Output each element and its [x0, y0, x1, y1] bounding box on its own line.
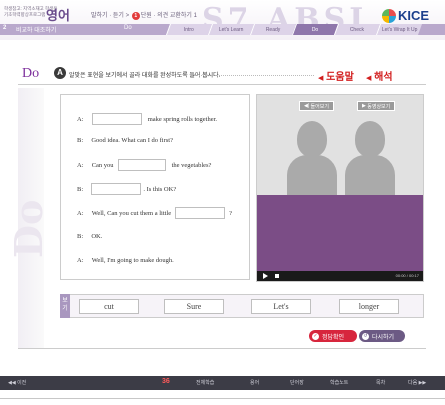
word-option-cut[interactable]: cut: [79, 299, 139, 314]
dialogue-text: make spring rolls together.: [147, 115, 218, 123]
decorative-do-text: Do: [6, 199, 51, 258]
lesson-section: Do: [124, 25, 132, 31]
breadcrumb-prefix: 말하기 · 듣기 >: [91, 13, 130, 19]
retry-label: 다시하기: [372, 334, 395, 341]
footer-menu-item[interactable]: 용어: [250, 379, 259, 386]
tab-label: Let's Wrap It Up: [381, 26, 418, 33]
title-divider: [18, 84, 426, 85]
dialogue-line-7: A: Well, I'm going to make dough.: [77, 257, 174, 264]
blank-input-1[interactable]: [91, 113, 142, 125]
video-player: ◀| 들어보기 ▶ 동영상보기 00:00 / 00:17: [256, 94, 424, 282]
dialogue-text: Well, Can you cut them a little: [91, 209, 172, 217]
footer-menu-item[interactable]: 전체학습: [196, 379, 214, 386]
play-icon: ▶: [362, 103, 366, 109]
retry-icon: ↺: [362, 332, 369, 340]
dialogue-line-4: B: . Is this OK?: [77, 183, 176, 195]
word-option-sure[interactable]: Sure: [164, 299, 224, 314]
dialogue-line-1: A: make spring rolls together.: [77, 113, 217, 125]
step-tabs: Intro Let's Learn Ready Do Check Let's W…: [165, 24, 423, 35]
tab-ready[interactable]: Ready: [249, 24, 297, 35]
dialogue-text: Good idea. What can I do first?: [91, 137, 173, 144]
tab-label: Check: [350, 26, 365, 33]
next-button[interactable]: 다음 ▶▶: [408, 379, 426, 386]
person-body-right: [345, 155, 395, 195]
tab-do[interactable]: Do: [291, 24, 339, 35]
dialogue-text: ?: [229, 209, 233, 217]
dialogue-panel: A: make spring rolls together. B: Good i…: [60, 94, 250, 280]
stop-button-icon[interactable]: [275, 274, 279, 278]
tab-label: Do: [312, 26, 319, 33]
breadcrumb-unit: 단원 · 의견 교환하기 1: [140, 13, 197, 19]
word-bank: cut Sure Let's longer: [60, 294, 424, 318]
lesson-number: 2: [3, 25, 7, 31]
dialogue-line-2: B: Good idea. What can I do first?: [77, 137, 173, 144]
tab-wrap-up[interactable]: Let's Wrap It Up: [375, 24, 423, 35]
subject-title: 영어: [46, 9, 70, 24]
dialogue-line-6: B: OK.: [77, 233, 103, 240]
page-title: Do: [22, 66, 40, 81]
prev-button[interactable]: ◀◀ 이전: [8, 379, 26, 386]
kice-logo-icon: [382, 8, 396, 23]
footer-menu-item[interactable]: 단어장: [290, 379, 304, 386]
person-body-left: [287, 155, 337, 195]
blank-input-3[interactable]: [91, 183, 142, 195]
tab-intro[interactable]: Intro: [165, 24, 213, 35]
tab-check[interactable]: Check: [333, 24, 381, 35]
footer-bar: ◀◀ 이전 36 전체학습 용어 단어장 학습노트 목차 다음 ▶▶: [0, 376, 445, 390]
video-caption-area: [257, 195, 423, 271]
translation-label: 해석: [374, 72, 393, 83]
speaker-icon: ◀|: [304, 103, 310, 109]
dialogue-line-3: A: Can you the vegetables?: [77, 159, 211, 171]
tab-label: Let's Learn: [219, 26, 244, 33]
retry-button[interactable]: ↺ 다시하기: [359, 330, 405, 342]
listen-button[interactable]: ◀| 들어보기: [299, 101, 334, 111]
video-time: 00:00 / 00:17: [395, 273, 419, 278]
footer-menu-item[interactable]: 목차: [376, 379, 385, 386]
blank-input-4[interactable]: [175, 207, 226, 219]
blank-input-2[interactable]: [117, 159, 166, 171]
dialogue-line-5: A: Well, Can you cut them a little ?: [77, 207, 232, 219]
check-answer-label: 정답확인: [322, 334, 345, 341]
check-answer-button[interactable]: ✓ 정답확인: [309, 330, 357, 342]
watch-label: 동영상보기: [367, 103, 391, 110]
kice-logo: KICE: [382, 8, 429, 23]
word-option-lets[interactable]: Let's: [251, 299, 311, 314]
help-button[interactable]: ◀ 도움말: [318, 68, 354, 83]
tab-label: Ready: [266, 26, 281, 33]
dialogue-text: the vegetables?: [171, 161, 212, 169]
person-silhouette-left: [297, 121, 327, 157]
activity-badge: A: [54, 67, 66, 79]
check-icon: ✓: [312, 332, 319, 340]
dialogue-text: . Is this OK?: [143, 185, 177, 193]
breadcrumb: 말하기 · 듣기 > 1 단원 · 의견 교환하기 1: [91, 10, 197, 20]
video-controls: 00:00 / 00:17: [257, 271, 423, 281]
arrow-left-icon: ◀: [366, 75, 372, 82]
tab-label: Intro: [184, 26, 195, 33]
help-label: 도움말: [326, 72, 354, 83]
dotted-divider: [194, 75, 314, 76]
tab-lets-learn[interactable]: Let's Learn: [207, 24, 255, 35]
dialogue-text: OK.: [91, 233, 103, 240]
word-option-longer[interactable]: longer: [339, 299, 399, 314]
unit-number-badge: 1: [131, 12, 140, 20]
arrow-left-icon: ◀: [318, 75, 324, 82]
kice-logo-text: KICE: [398, 8, 430, 23]
watch-video-button[interactable]: ▶ 동영상보기: [357, 101, 396, 111]
footer-rule: [0, 398, 445, 399]
translation-button[interactable]: ◀ 해석: [366, 68, 393, 83]
listen-label: 들어보기: [310, 103, 329, 110]
dialogue-text: Can you: [91, 161, 114, 169]
video-frame[interactable]: [257, 95, 423, 195]
app-window: 학생참고: 지역소재고 학생용 기초학력향상프로그램 영어 말하기 · 듣기 >…: [0, 0, 445, 405]
dialogue-text: Well, I'm going to make dough.: [91, 257, 174, 264]
play-button-icon[interactable]: [263, 273, 268, 279]
bottom-divider: [18, 348, 426, 349]
word-bank-label: 보기: [60, 294, 70, 318]
person-silhouette-right: [355, 121, 385, 157]
footer-menu-item[interactable]: 학습노트: [330, 379, 348, 386]
page-number: 36: [162, 378, 170, 385]
lesson-title: 비교하 대조하기: [16, 28, 57, 34]
